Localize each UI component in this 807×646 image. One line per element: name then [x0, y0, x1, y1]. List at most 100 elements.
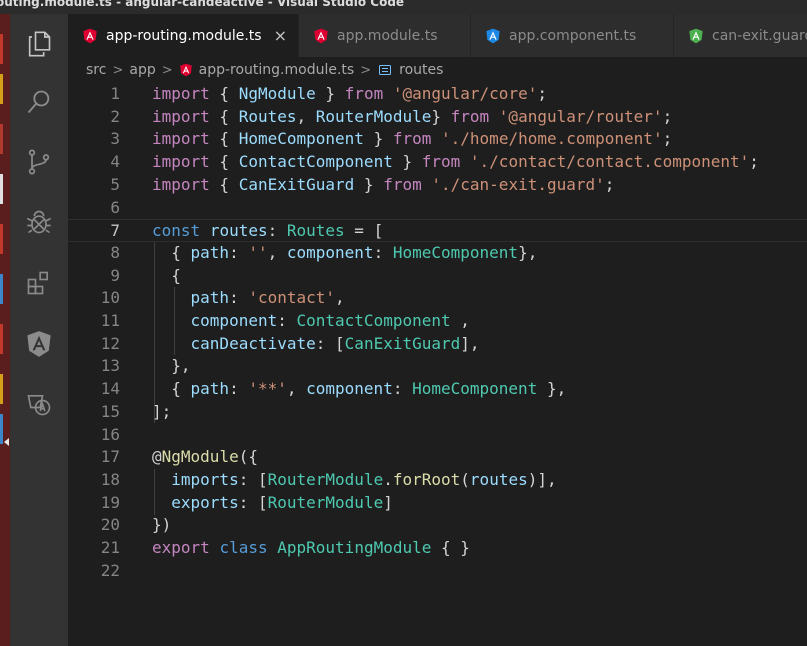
breadcrumb-item-file[interactable]: app-routing.module.ts — [199, 62, 355, 78]
code-text: { path: '**', component: HomeComponent }… — [152, 378, 566, 401]
launcher-app-marker[interactable] — [0, 274, 3, 304]
line-number: 7 — [110, 221, 120, 241]
launcher-app-marker[interactable] — [0, 34, 3, 64]
chevron-right-icon: > — [112, 62, 124, 78]
line-number: 11 — [100, 311, 120, 330]
angular-green-icon — [689, 28, 703, 43]
code-token: from — [383, 174, 422, 194]
code-line[interactable]: 12 canDeactivate: [CanExitGuard], — [68, 333, 807, 356]
code-text: const routes: Routes = [ — [152, 220, 383, 243]
line-number: 5 — [110, 174, 120, 194]
code-token: from — [450, 106, 490, 126]
tab-app-module[interactable]: app.module.ts — [299, 14, 471, 57]
code-token: }, — [537, 379, 567, 399]
line-number: 14 — [100, 379, 120, 399]
code-line[interactable]: 19 exports: [RouterModule] — [68, 492, 807, 515]
launcher-app-marker[interactable] — [0, 374, 3, 404]
code-token: : [ — [315, 333, 345, 353]
code-line[interactable]: 13 }, — [68, 355, 807, 378]
launcher-app-marker[interactable] — [0, 324, 3, 354]
code-line[interactable]: 4 import { ContactComponent } from './con… — [68, 151, 807, 174]
code-text: }) — [152, 514, 171, 537]
code-line[interactable]: 1 import { NgModule } from '@angular/core… — [68, 83, 807, 106]
code-token: ContactComponent — [238, 152, 393, 172]
code-token: , — [286, 379, 307, 399]
code-text: import { Routes, RouterModule} from '@an… — [152, 106, 672, 129]
code-line[interactable]: 9 { — [68, 265, 807, 288]
code-token: routes — [469, 469, 528, 489]
code-line[interactable]: 14 { path: '**', component: HomeComponen… — [68, 378, 807, 401]
code-token: component — [306, 379, 393, 399]
search-icon[interactable] — [23, 86, 55, 118]
code-token: ({ — [238, 447, 258, 467]
code-token: './contact/contact.component' — [469, 152, 750, 172]
breadcrumb-item-routes[interactable]: routes — [399, 62, 443, 78]
code-text: import { CanExitGuard } from './can-exit… — [152, 174, 614, 197]
extensions-icon[interactable] — [23, 267, 55, 299]
code-token: canDeactivate — [190, 333, 316, 353]
launcher-app-marker[interactable] — [0, 414, 3, 444]
code-token: : — [277, 311, 297, 330]
breadcrumb-item-app[interactable]: app — [129, 62, 155, 78]
close-icon[interactable]: × — [274, 26, 287, 45]
code-line[interactable]: 2 import { Routes, RouterModule} from '@a… — [68, 106, 807, 129]
code-token: { — [152, 242, 191, 262]
launcher-app-marker[interactable] — [0, 124, 3, 154]
source-control-icon[interactable] — [23, 146, 55, 178]
code-editor[interactable]: 1 import { NgModule } from '@angular/core… — [68, 83, 807, 646]
code-token: } — [431, 106, 451, 126]
code-line[interactable]: 5 import { CanExitGuard } from './can-exi… — [68, 174, 807, 197]
code-line[interactable]: 17 @NgModule({ — [68, 446, 807, 469]
files-icon[interactable] — [23, 28, 55, 60]
code-token: Routes — [286, 221, 345, 241]
code-token: NgModule — [238, 84, 316, 103]
launcher-app-marker[interactable] — [0, 174, 3, 204]
tab-app-component[interactable]: app.component.ts — [471, 14, 674, 57]
code-line[interactable]: 15]; — [68, 401, 807, 424]
code-line[interactable]: 21 export class AppRoutingModule { } — [68, 537, 807, 560]
tab-can-exit-guard[interactable]: can-exit.guard — [674, 14, 807, 57]
code-line[interactable]: 20}) — [68, 514, 807, 537]
code-token: : [ — [238, 469, 268, 489]
breadcrumb-item-src[interactable]: src — [86, 62, 106, 78]
code-text: { path: '', component: HomeComponent}, — [152, 242, 537, 265]
translate-icon[interactable] — [23, 388, 55, 420]
code-token: '' — [248, 242, 268, 262]
code-line[interactable]: 6 — [68, 197, 807, 220]
code-line[interactable]: 7 const routes: Routes = [ — [68, 219, 807, 242]
line-number: 15 — [100, 401, 120, 421]
code-line[interactable]: 8 { path: '', component: HomeComponent}, — [68, 242, 807, 265]
launcher-app-marker[interactable] — [0, 224, 3, 254]
code-token: : — [373, 242, 393, 262]
code-line[interactable]: 16 — [68, 424, 807, 447]
launcher-app-marker[interactable] — [0, 74, 3, 104]
code-line[interactable]: 11 component: ContactComponent , — [68, 310, 807, 333]
bug-icon[interactable] — [23, 206, 55, 238]
code-line[interactable]: 10 path: 'contact', — [68, 287, 807, 310]
code-token: HomeComponent — [392, 242, 519, 262]
code-text: }, — [152, 355, 190, 378]
code-text: export class AppRoutingModule { } — [152, 537, 470, 560]
code-line[interactable]: 18 imports: [RouterModule.forRoot(routes… — [68, 469, 807, 492]
code-token: } — [354, 174, 384, 194]
code-token: : — [392, 379, 413, 399]
launcher-active-indicator — [4, 438, 9, 446]
code-line[interactable]: 22 — [68, 560, 807, 583]
code-token: component — [286, 242, 374, 262]
tab-app-routing-module[interactable]: app-routing.module.ts × — [68, 14, 299, 57]
code-line[interactable]: 3 import { HomeComponent } from './home/h… — [68, 128, 807, 151]
line-number: 9 — [110, 265, 120, 285]
code-token: ContactComponent — [296, 311, 451, 330]
line-number: 8 — [110, 242, 120, 262]
angular-icon[interactable] — [23, 328, 55, 360]
code-token: : — [229, 242, 249, 262]
code-token: component — [190, 311, 278, 330]
code-token: , — [296, 106, 316, 126]
code-token: , — [335, 288, 345, 308]
breadcrumb: src > app > app-routing.module.ts > rout… — [68, 57, 807, 83]
